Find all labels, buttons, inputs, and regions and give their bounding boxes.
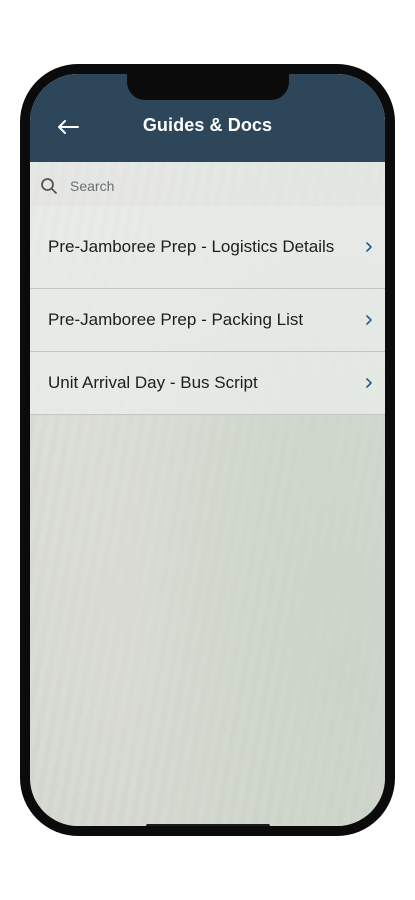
search-icon — [41, 178, 57, 194]
phone-frame: Guides & Docs Pre-Jamboree Prep - Logist… — [20, 64, 395, 836]
chevron-right-icon — [366, 315, 372, 325]
app-screen: Guides & Docs Pre-Jamboree Prep - Logist… — [30, 74, 385, 826]
home-indicator[interactable] — [146, 824, 270, 826]
list-item-label: Pre-Jamboree Prep - Packing List — [48, 310, 304, 329]
search-input[interactable] — [68, 173, 372, 199]
guides-list: Pre-Jamboree Prep - Logistics Details Pr… — [30, 206, 385, 415]
device-notch — [127, 74, 289, 100]
list-item-label: Unit Arrival Day - Bus Script — [48, 373, 258, 392]
page-title: Guides & Docs — [142, 115, 273, 135]
list-item[interactable]: Pre-Jamboree Prep - Logistics Details — [30, 206, 385, 289]
list-item[interactable]: Unit Arrival Day - Bus Script — [30, 352, 385, 415]
chevron-right-icon — [366, 378, 372, 388]
list-item-label: Pre-Jamboree Prep - Logistics Details — [48, 237, 335, 256]
chevron-right-icon — [366, 242, 372, 252]
list-item[interactable]: Pre-Jamboree Prep - Packing List — [30, 289, 385, 352]
search-bar[interactable] — [30, 162, 385, 206]
